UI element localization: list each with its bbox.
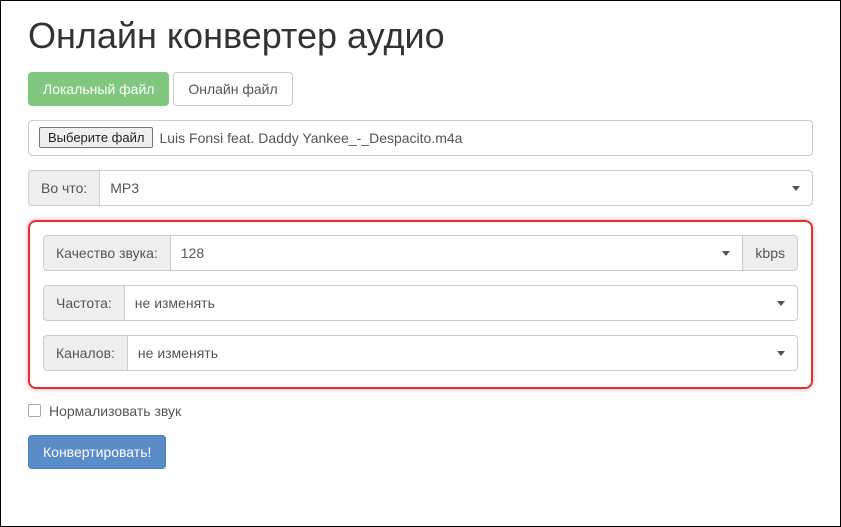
- normalize-row: Нормализовать звук: [28, 401, 813, 419]
- quality-select[interactable]: 128: [170, 235, 744, 271]
- channels-select[interactable]: не изменять: [127, 335, 798, 371]
- normalize-checkbox[interactable]: [28, 404, 41, 417]
- file-input[interactable]: Выберите файл Luis Fonsi feat. Daddy Yan…: [28, 120, 813, 156]
- channels-group: Каналов: не изменять: [43, 335, 798, 371]
- audio-options-panel: Качество звука: 128 kbps Частота: не изм…: [28, 220, 813, 389]
- source-tabs: Локальный файл Онлайн файл: [28, 72, 813, 106]
- target-format-group: Во что: MP3: [28, 170, 813, 206]
- quality-value: 128: [181, 245, 204, 261]
- quality-unit: kbps: [743, 235, 798, 271]
- selected-filename: Luis Fonsi feat. Daddy Yankee_-_Despacit…: [159, 130, 462, 146]
- tab-online-file[interactable]: Онлайн файл: [173, 72, 292, 106]
- frequency-group: Частота: не изменять: [43, 285, 798, 321]
- channels-value: не изменять: [138, 345, 218, 361]
- frequency-select[interactable]: не изменять: [124, 285, 798, 321]
- frequency-label: Частота:: [43, 285, 124, 321]
- tab-local-file[interactable]: Локальный файл: [28, 72, 169, 106]
- target-format-value: MP3: [110, 180, 139, 196]
- normalize-label[interactable]: Нормализовать звук: [49, 403, 181, 419]
- quality-label: Качество звука:: [43, 235, 170, 271]
- target-format-label: Во что:: [28, 170, 99, 206]
- quality-group: Качество звука: 128 kbps: [43, 235, 798, 271]
- choose-file-button[interactable]: Выберите файл: [39, 127, 153, 148]
- frequency-value: не изменять: [135, 295, 215, 311]
- channels-label: Каналов:: [43, 335, 127, 371]
- convert-button[interactable]: Конвертировать!: [28, 435, 166, 469]
- page-title: Онлайн конвертер аудио: [28, 16, 813, 56]
- target-format-select[interactable]: MP3: [99, 170, 813, 206]
- file-input-group: Выберите файл Luis Fonsi feat. Daddy Yan…: [28, 120, 813, 156]
